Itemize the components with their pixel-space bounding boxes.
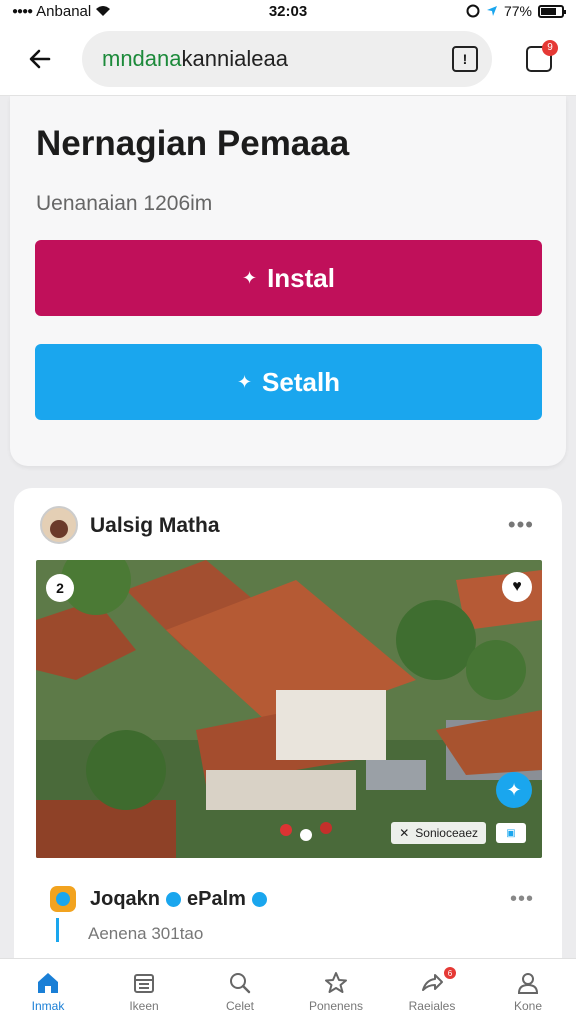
carrier-label: Anbanal (36, 2, 92, 20)
location-icon (486, 6, 497, 16)
avatar[interactable] (40, 506, 78, 544)
install-button[interactable]: ✦ Instal (35, 240, 542, 316)
nav-item-search[interactable]: Celet (192, 959, 288, 1024)
battery-percent: 77% (503, 3, 532, 19)
home-icon (35, 971, 61, 995)
bottom-nav: Inmak Ikeen Celet Ponenens 6 Raeiales Ko… (0, 958, 576, 1024)
calendar-icon (131, 971, 157, 995)
close-icon[interactable]: ✕ (399, 826, 409, 840)
sub-avatar[interactable] (50, 886, 76, 912)
alarm-icon (466, 4, 480, 18)
nav-item-home[interactable]: Inmak (0, 959, 96, 1024)
verified-icon (251, 892, 267, 907)
install-button-label: Instal (267, 262, 335, 293)
notification-badge: 9 (542, 39, 558, 56)
share-icon (419, 971, 445, 995)
verified-icon (166, 892, 182, 907)
wifi-icon (96, 6, 111, 16)
status-bar: ●●●● Anbanal 32:03 77% (0, 0, 576, 22)
status-bar-left: ●●●● Anbanal (12, 3, 212, 20)
post-image[interactable]: 2 ♥ ✦ ✕ Sonioceaez ▣ (36, 560, 542, 858)
nav-item-favorites[interactable]: Ponenens (288, 959, 384, 1024)
more-options-icon[interactable]: ••• (508, 512, 534, 538)
nav-label: Ikeen (129, 998, 159, 1013)
app-bar: mndana kannialeaa ! 9 (0, 22, 576, 96)
tab-icon[interactable]: ! (452, 45, 478, 72)
url-bar[interactable]: mndana kannialeaa ! (82, 30, 492, 87)
status-bar-right: 77% (466, 3, 566, 19)
nav-label: Ponenens (308, 998, 364, 1013)
url-domain: mndana (102, 45, 182, 71)
nav-label: Raeiales (408, 998, 456, 1013)
image-caption-text: Sonioceaez (415, 826, 478, 840)
sub-author-handle: ePalm (187, 888, 246, 910)
secondary-button-label: Setalh (262, 366, 341, 397)
notification-button[interactable]: 9 (522, 39, 558, 76)
star-icon (323, 971, 349, 995)
nav-label: Inmak (31, 998, 65, 1013)
signal-icon: ●●●● (12, 5, 33, 17)
profile-icon (515, 971, 541, 995)
app-subtitle: Uenanaian 1206im (36, 192, 213, 215)
nav-item-share[interactable]: 6 Raeiales (384, 959, 480, 1024)
url-path: kannialeaa (181, 45, 288, 71)
search-icon (227, 971, 253, 995)
image-caption: ✕ Sonioceaez (391, 822, 486, 844)
notification-badge: 6 (444, 967, 456, 979)
back-button[interactable] (20, 39, 60, 79)
secondary-button[interactable]: ✦ Setalh (35, 344, 542, 420)
heart-icon[interactable]: ♥ (502, 572, 532, 602)
battery-icon (538, 4, 566, 18)
post-card: Ualsig Matha ••• 2 ♥ ✦ ✕ Sonioceaez ▣ Jo… (14, 488, 562, 968)
arrow-left-icon (29, 49, 51, 68)
nav-label: Kone (513, 998, 543, 1013)
thread-line (56, 918, 59, 942)
nav-label: Celet (225, 998, 254, 1013)
share-fab-icon[interactable]: ✦ (496, 772, 532, 808)
more-options-icon[interactable]: ••• (510, 888, 534, 911)
sub-author[interactable]: Joqakn ePalm (90, 888, 267, 911)
nav-item-calendar[interactable]: Ikeen (96, 959, 192, 1024)
post-author[interactable]: Ualsig Matha (90, 514, 220, 538)
image-count-badge: 2 (46, 574, 74, 602)
sub-meta-text: Aenena 301tao (88, 924, 204, 943)
caption-toggle-icon[interactable]: ▣ (496, 823, 526, 843)
nav-item-profile[interactable]: Kone (480, 959, 576, 1024)
sparkle-icon: ✦ (236, 371, 253, 392)
sub-author-name: Joqakn (90, 888, 161, 910)
app-title: Nernagian Pemaaa (36, 124, 350, 163)
sparkle-icon: ✦ (241, 267, 258, 288)
app-card: Nernagian Pemaaa Uenanaian 1206im ✦ Inst… (10, 96, 566, 466)
house-photo (36, 560, 542, 858)
